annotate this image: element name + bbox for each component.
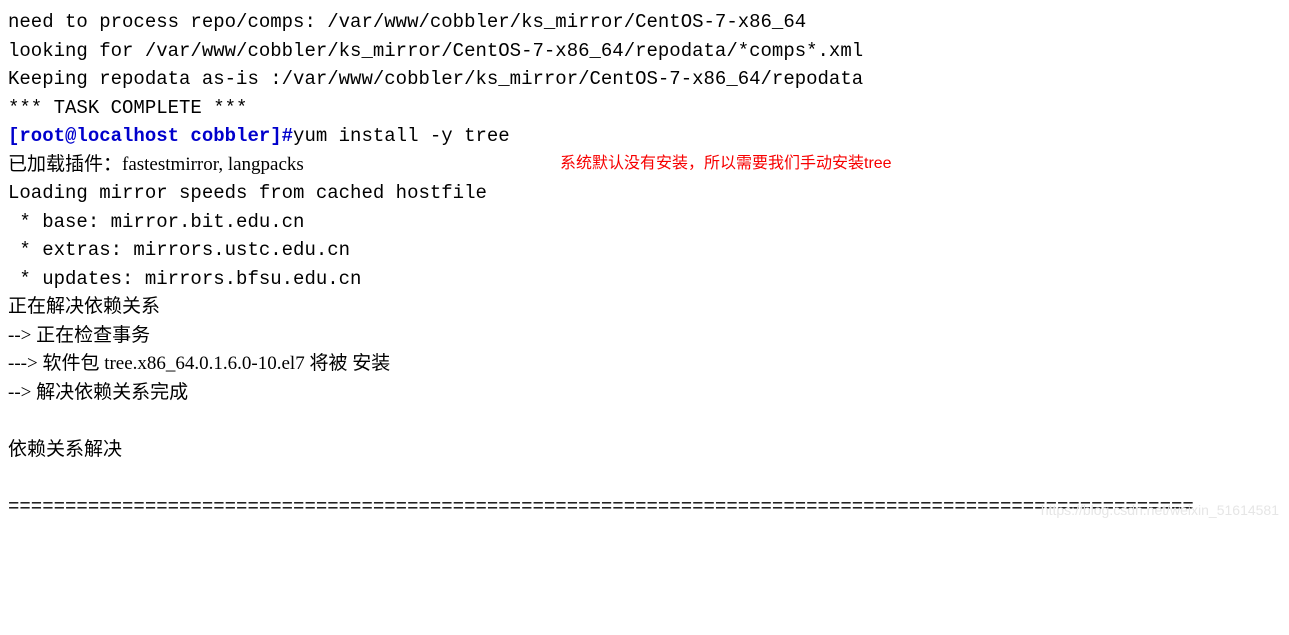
terminal-line: ---> 软件包 tree.x86_64.0.1.6.0-10.el7 将被 安… [8,350,1281,379]
terminal-line: looking for /var/www/cobbler/ks_mirror/C… [8,37,1281,66]
terminal-line: * extras: mirrors.ustc.edu.cn [8,236,1281,265]
terminal-line: need to process repo/comps: /var/www/cob… [8,8,1281,37]
terminal-blank-line [8,464,1281,493]
terminal-line: * base: mirror.bit.edu.cn [8,208,1281,237]
terminal-line: --> 正在检查事务 [8,322,1281,351]
terminal-line: --> 解决依赖关系完成 [8,379,1281,408]
watermark: https://blog.csdn.net/weixin_51614581 [1041,500,1279,521]
shell-command: yum install -y tree [293,125,510,147]
terminal-line: *** TASK COMPLETE *** [8,94,1281,123]
terminal-line: 正在解决依赖关系 [8,293,1281,322]
shell-prompt: [root@localhost cobbler]# [8,125,293,147]
terminal-line: Keeping repodata as-is :/var/www/cobbler… [8,65,1281,94]
terminal-line: 依赖关系解决 [8,436,1281,465]
terminal-line: Loading mirror speeds from cached hostfi… [8,179,1281,208]
terminal-prompt-line: [root@localhost cobbler]#yum install -y … [8,122,1281,151]
terminal-blank-line [8,407,1281,436]
annotation-text: 系统默认没有安装，所以需要我们手动安装tree [560,152,892,176]
terminal-line: * updates: mirrors.bfsu.edu.cn [8,265,1281,294]
